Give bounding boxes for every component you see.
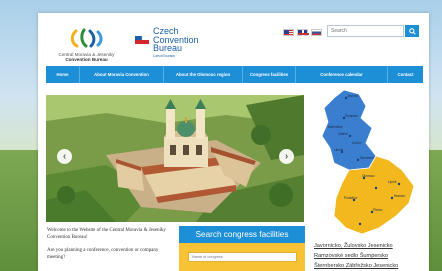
nav-contact[interactable]: Contact: [388, 66, 423, 83]
map-label-mohelnice: Mohelnice: [328, 125, 343, 129]
region-links: Javornicko, Žulovsko Jesenicko Ramzovské…: [314, 241, 424, 271]
basilica-photo: [46, 95, 304, 222]
congress-name-input[interactable]: [188, 252, 297, 262]
logo-swirl-icon: [70, 28, 103, 48]
map-label-zabreh: Zábřeh: [338, 132, 348, 136]
chevron-left-icon: ‹: [62, 151, 67, 162]
logo1-subtitle: Convention Bureau: [65, 57, 108, 63]
congress-search-box: Search congress facilities: [179, 226, 305, 271]
map-label-sumperk: Šumperk: [345, 113, 358, 118]
central-moravia-logo[interactable]: Central Moravia & Jeseniky Convention Bu…: [49, 27, 124, 63]
nav-about-olomouc-region[interactable]: About the Olomouc region: [164, 66, 243, 83]
map-label-sternberk: Šternberk: [360, 155, 374, 160]
flag-ru-icon[interactable]: [311, 29, 322, 36]
page-container: Central Moravia & Jeseniky Convention Bu…: [38, 13, 429, 271]
slider-prev-button[interactable]: ‹: [57, 149, 72, 164]
map-label-jesenik: Jeseník: [347, 94, 358, 98]
search-icon: [408, 27, 416, 35]
region-map[interactable]: Jeseník Šumperk Zábřeh Olomouc Prostějov…: [314, 88, 422, 236]
map-label-hranice: Hranice: [394, 194, 405, 198]
main-nav: Home About Moravia Convention About the …: [46, 66, 423, 83]
search-input[interactable]: [327, 25, 404, 37]
welcome-paragraph-2: Are you planning a conference, conventio…: [47, 247, 159, 260]
nav-home[interactable]: Home: [46, 66, 80, 83]
map-label-unicov: Uničov: [352, 141, 362, 145]
congress-search-title: Search congress facilities: [179, 226, 305, 243]
region-link-2[interactable]: Ramzovské sedlo Šumpersko: [314, 251, 424, 261]
map-label-prostejov: Prostějov: [344, 196, 358, 200]
region-link-3[interactable]: Šternbersko Zábřežsko Jesenicko: [314, 261, 424, 271]
flag-us-icon[interactable]: [283, 29, 294, 36]
czech-convention-bureau-logo[interactable]: Czech Convention Bureau CzechTourism: [134, 27, 214, 63]
welcome-paragraph-1: Welcome to the Website of the Central Mo…: [47, 228, 166, 241]
map-label-olomouc: Olomouc: [362, 174, 375, 178]
flag-uk-icon[interactable]: [297, 29, 309, 37]
region-link-1[interactable]: Javornicko, Žulovsko Jesenicko: [314, 241, 424, 251]
nav-about-moravia-convention[interactable]: About Moravia Convention: [80, 66, 164, 83]
map-label-lipnik: Lipník: [388, 180, 397, 184]
map-label-litovel: Litovel: [334, 148, 344, 152]
logo2-title: Czech Convention Bureau: [153, 26, 199, 53]
slider-next-button[interactable]: ›: [279, 149, 294, 164]
chevron-right-icon: ›: [284, 151, 289, 162]
image-slider[interactable]: ‹ ›: [46, 95, 304, 222]
welcome-text: Welcome to the Website of the Central Mo…: [47, 227, 167, 266]
map-label-prerov: Přerov: [373, 208, 383, 212]
czech-flag-mark-icon: [135, 35, 150, 44]
logo2-subtitle: CzechTourism: [153, 54, 176, 58]
nav-conference-calendar[interactable]: Conference calendar: [296, 66, 388, 83]
nav-congress-facilities[interactable]: Congress facilities: [243, 66, 296, 83]
search-button[interactable]: [405, 25, 419, 37]
